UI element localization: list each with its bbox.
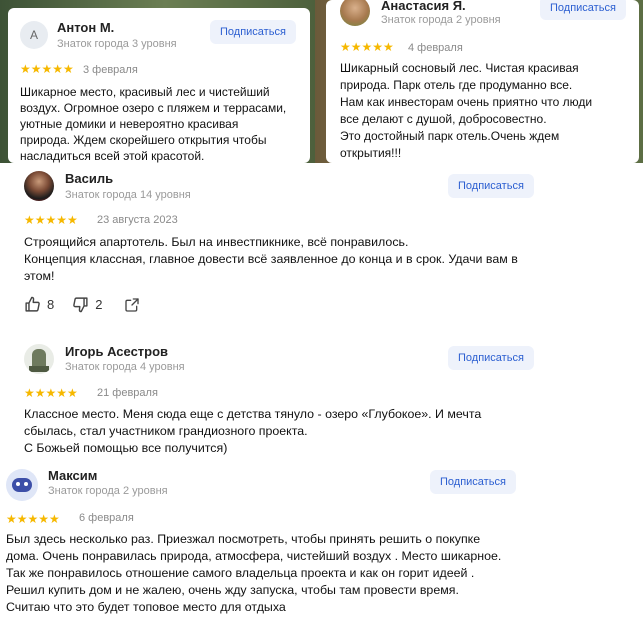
rating-stars: ★★★★★ [20,62,74,76]
reviewer-level: Знаток города 14 уровня [65,189,191,201]
review-line: Строящийся апартотель. Был на инвестпикн… [24,235,409,249]
review-date: 4 февраля [408,42,463,54]
avatar [340,0,370,26]
rating-stars: ★★★★★ [6,512,60,526]
review-line: природа. Ждем скорейшего открытия чтобы [20,133,267,147]
review-text: Был здесь несколько раз. Приезжал посмот… [6,531,501,616]
reviewer-level: Знаток города 2 уровня [381,14,501,26]
share-icon [125,297,140,312]
review-line: Классное место. Меня сюда еще с детства … [24,407,482,421]
subscribe-button[interactable]: Подписаться [540,0,626,20]
review-line: Нам как инвесторам очень приятно что люд… [340,95,593,109]
review-line: Решил купить дом и не жалею, очень жду з… [6,583,459,597]
subscribe-button[interactable]: Подписаться [448,346,534,370]
review-line: природа. Парк отель где продуманно все. [340,78,573,92]
thumbs-down-icon [73,297,88,313]
reviewer-level: Знаток города 2 уровня [48,485,168,497]
reviewer-name[interactable]: Максим [48,468,97,483]
review-text: Шикарное место, красивый лес и чистейший… [20,84,286,163]
review-line: воздух. Огромное озеро с пляжем и террас… [20,101,287,115]
rating-stars: ★★★★★ [24,213,78,227]
like-count: 8 [47,297,55,312]
subscribe-button[interactable]: Подписаться [448,174,534,198]
review-line: дома. Очень понравилась природа, атмосфе… [6,549,502,563]
subscribe-button[interactable]: Подписаться [210,20,296,44]
reviewer-name[interactable]: Анастасия Я. [381,0,466,13]
avatar-letter: А [20,21,48,49]
review-line: С Божьей помощью все получится) [24,441,228,455]
like-button[interactable]: 8 [24,296,54,313]
review-line: Так же понравилось отношение самого влад… [6,566,475,580]
review-line: Это достойный парк отель.Очень ждем [340,129,560,143]
review-line: Шикарное место, красивый лес и чистейший [20,85,270,99]
avatar [6,469,38,501]
review-line: Считаю что это будет топовое место для о… [6,600,286,614]
reviewer-name[interactable]: Василь [65,171,113,186]
photo-strip: А Антон М. Знаток города 3 уровня Подпис… [0,0,643,163]
avatar [24,171,54,201]
dislike-count: 2 [95,297,103,312]
review-line: Был здесь несколько раз. Приезжал посмот… [6,532,481,546]
review-line: Концепция классная, главное довести всё … [24,252,518,266]
reviewer-level: Знаток города 4 уровня [65,361,185,373]
dislike-button[interactable]: 2 [72,296,102,313]
review-date: 23 августа 2023 [97,214,178,226]
review-date: 3 февраля [83,64,138,76]
review-text: Строящийся апартотель. Был на инвестпикн… [24,234,518,285]
review-card-anton: А Антон М. Знаток города 3 уровня Подпис… [8,8,310,163]
review-line: уютные домики и невероятно красивая [20,117,239,131]
review-line: открытия!!! [340,146,402,160]
avatar [24,344,54,374]
review-line: все делают с душой, добросовестно. [340,112,547,126]
review-line: сбылась, стал участником грандиозного пр… [24,424,308,438]
review-date: 21 февраля [97,387,158,399]
review-line: этом! [24,269,55,283]
share-button[interactable] [124,297,140,313]
thumbs-up-icon [25,296,40,312]
review-text: Классное место. Меня сюда еще с детства … [24,406,481,457]
review-card-anastasia: Анастасия Я. Знаток города 2 уровня Подп… [326,0,639,163]
review-actions: 8 2 [24,296,140,313]
reviewer-name[interactable]: Игорь Асестров [65,344,168,359]
reviewer-level: Знаток города 3 уровня [57,38,177,50]
rating-stars: ★★★★★ [340,40,394,54]
rating-stars: ★★★★★ [24,386,78,400]
review-line: насладиться всей этой красотой. [20,149,205,163]
review-line: Шикарный сосновый лес. Чистая красивая [340,61,579,75]
reviewer-name[interactable]: Антон М. [57,20,114,35]
review-date: 6 февраля [79,512,134,524]
subscribe-button[interactable]: Подписаться [430,470,516,494]
review-text: Шикарный сосновый лес. Чистая красивая п… [340,60,592,162]
